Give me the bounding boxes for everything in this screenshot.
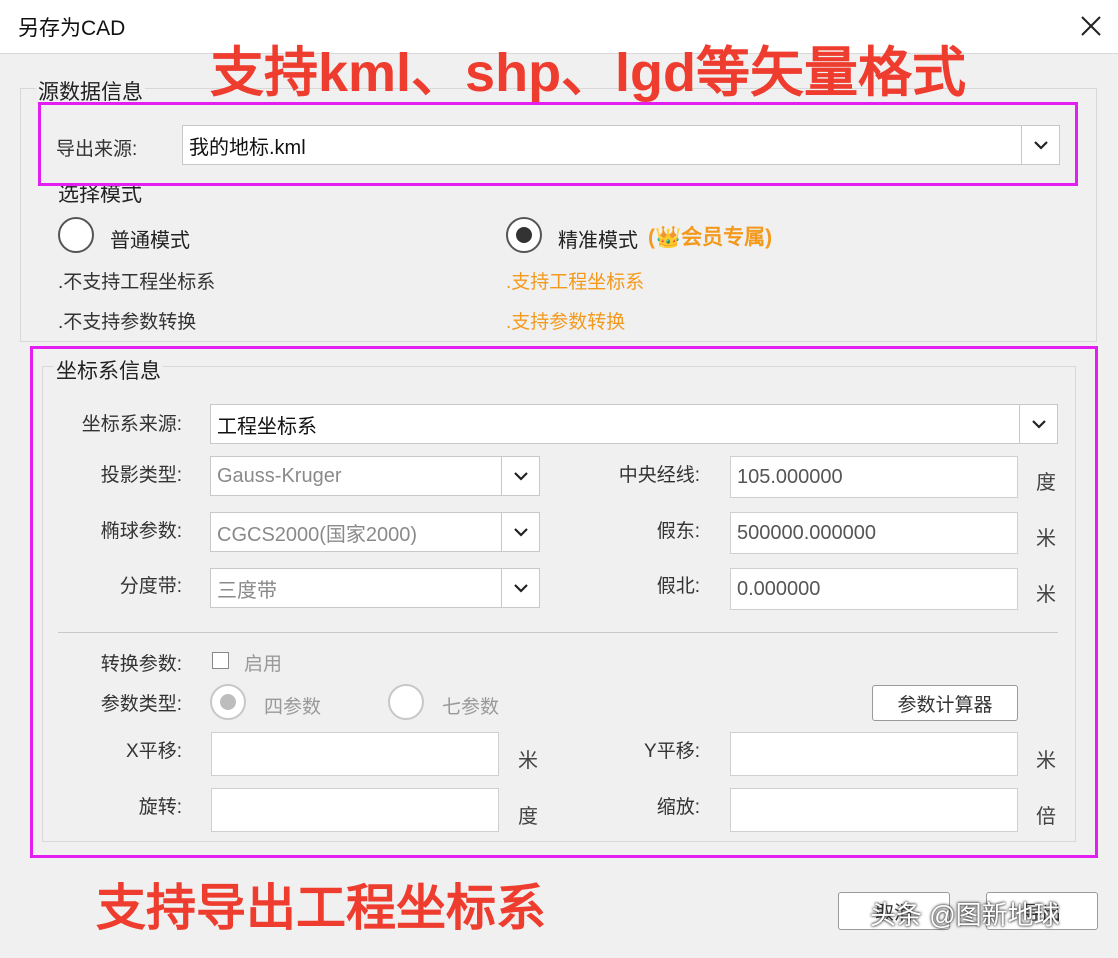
- precise-mode-label[interactable]: 精准模式: [558, 224, 638, 253]
- member-only-badge: (👑会员专属): [648, 226, 773, 249]
- normal-feature-2: .不支持参数转换: [58, 312, 197, 333]
- precise-mode-radio-dot: [516, 227, 532, 243]
- precise-mode-radio[interactable]: [506, 217, 542, 253]
- normal-mode-radio[interactable]: [58, 217, 94, 253]
- window-title: 另存为CAD: [18, 17, 126, 40]
- annotation-box-source: [38, 102, 1078, 186]
- close-icon: [1081, 16, 1101, 36]
- annotation-box-coord: [30, 346, 1098, 858]
- watermark: 头条 @图新地球: [870, 900, 1060, 930]
- annotation-bottom-text: 支持导出工程坐标系: [96, 880, 546, 936]
- normal-mode-label[interactable]: 普通模式: [110, 224, 190, 253]
- close-button[interactable]: [1070, 6, 1112, 46]
- precise-feature-1: .支持工程坐标系: [506, 272, 645, 293]
- normal-feature-1: .不支持工程坐标系: [58, 272, 216, 293]
- annotation-top-text: 支持kml、shp、lgd等矢量格式: [210, 43, 967, 103]
- precise-feature-2: .支持参数转换: [506, 312, 626, 333]
